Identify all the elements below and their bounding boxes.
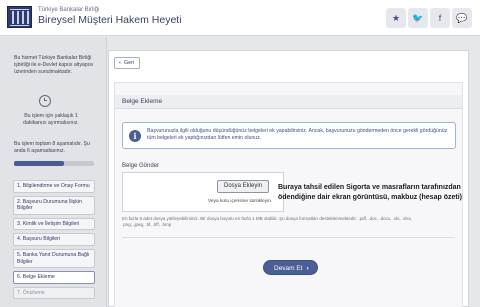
file-dropzone[interactable]: Dosya Ekleyin Veya kutu içerisine sürükl…	[122, 172, 284, 212]
main-content: ‹ Geri Belge Ekleme i Başvurunuzla ilgili…	[108, 50, 469, 307]
sidebar: Bu hizmet Türkiye Bankalar Birliği işbir…	[0, 37, 107, 307]
chevron-left-icon: ‹	[119, 60, 121, 66]
progress-bar-fill	[14, 161, 64, 166]
step-item-7: 7. Önizleme	[13, 286, 95, 300]
step-item-3[interactable]: 3. Kimlik ve İletişim Bilgileri	[13, 217, 95, 231]
divider	[122, 237, 455, 238]
continue-button-label: Devam Et	[274, 265, 303, 272]
top-header: Türkiye Bankalar Birliği Bireysel Müşter…	[0, 0, 480, 36]
chevron-right-icon: ›	[306, 265, 309, 272]
info-icon: i	[129, 130, 141, 142]
info-alert: i Başvurunuzla ilgili olduğunu düşündüğü…	[122, 122, 456, 149]
step-item-5[interactable]: 5. Banka Yanıt Durumuna Bağlı Bilgiler	[13, 248, 95, 269]
drag-hint: Veya kutu içerisine sürükleyin.	[208, 199, 273, 204]
chat-icon-button[interactable]: 💬	[452, 8, 472, 28]
file-format-hint: En fazla 5 adet dosya yükleyebilirsiniz.…	[122, 216, 413, 227]
duration-text: Bu işlem için yaklaşık 1 dakikanızı ayır…	[23, 113, 79, 126]
step-item-1[interactable]: 1. Bilgilendirme ve Onay Formu	[13, 180, 95, 193]
stage-count-text: Bu işlem toplam 8 aşamalıdır. Şu anda 6 …	[14, 141, 90, 154]
back-button-label: Geri	[123, 60, 135, 66]
tbb-logo-icon	[7, 6, 32, 28]
step-item-6[interactable]: 6. Belge Ekleme	[13, 271, 95, 284]
section-title: Belge Ekleme	[115, 95, 462, 109]
step-item-2[interactable]: 2. Başvuru Durumuna İlişkin Bilgiler	[13, 195, 95, 215]
twitter-icon-button[interactable]: 🐦	[408, 8, 428, 28]
step-item-4[interactable]: 4. Başvuru Bilgileri	[13, 233, 95, 246]
upload-label: Belge Gönder	[122, 163, 160, 169]
info-message: Başvurunuzla ilgili olduğunu düşündüğünü…	[147, 128, 448, 141]
step-list: 1. Bilgilendirme ve Onay Formu 2. Başvur…	[13, 180, 95, 302]
clock-icon	[39, 95, 51, 107]
overlay-annotation: Buraya tahsil edilen Sigorta ve masrafla…	[278, 184, 462, 201]
continue-button[interactable]: Devam Et ›	[263, 260, 318, 275]
app-title: Bireysel Müşteri Hakem Heyeti	[38, 14, 182, 26]
org-name: Türkiye Bankalar Birliği	[38, 7, 100, 13]
star-icon-button[interactable]: ★	[386, 8, 406, 28]
add-file-button[interactable]: Dosya Ekleyin	[217, 180, 270, 193]
facebook-icon-button[interactable]: f	[430, 8, 450, 28]
service-info-text: Bu hizmet Türkiye Bankalar Birliği işbir…	[14, 55, 94, 75]
back-button[interactable]: ‹ Geri	[114, 57, 141, 69]
progress-bar	[14, 161, 94, 166]
